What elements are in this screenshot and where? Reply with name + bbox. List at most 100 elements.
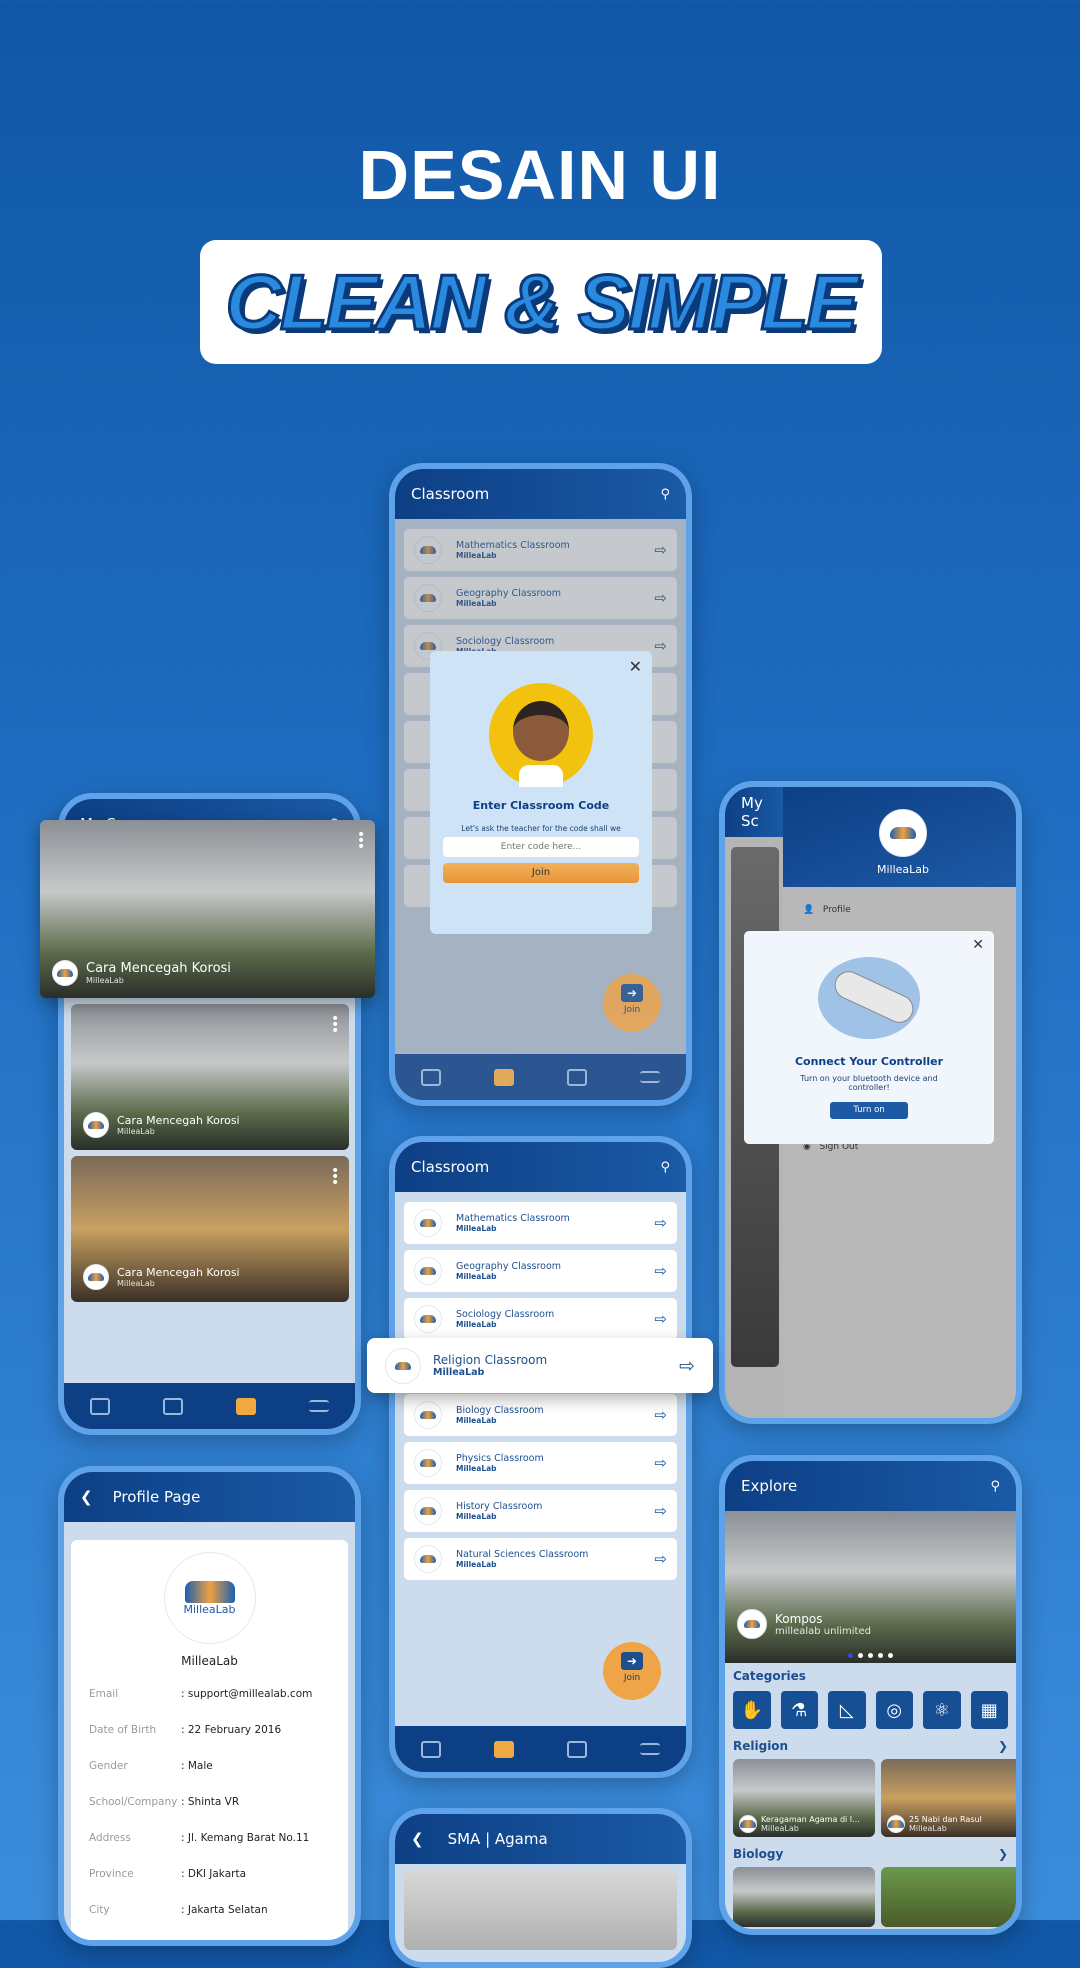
millealab-logo-icon xyxy=(414,1401,442,1429)
classroom-code-input[interactable] xyxy=(443,837,639,857)
field-label: Address xyxy=(89,1832,131,1844)
drawer-username: MilleaLab xyxy=(876,863,930,876)
chevron-right-icon[interactable]: ❯ xyxy=(998,1739,1008,1753)
nav-explore-icon[interactable] xyxy=(421,1068,442,1086)
app-header: Classroom ⚲ xyxy=(395,469,686,519)
drawer-item-label: Profile xyxy=(822,905,851,915)
more-icon[interactable]: • • • xyxy=(357,828,365,854)
classroom-row[interactable]: Natural Sciences Classroom MilleaLab ⇨ xyxy=(404,1538,677,1580)
categories-label: Categories xyxy=(733,1669,806,1683)
section-label: Biology xyxy=(733,1847,784,1861)
hero-owner: millealab unlimited xyxy=(775,1625,871,1637)
enter-icon[interactable]: ⇨ xyxy=(654,1454,667,1472)
scene-card[interactable]: 25 Nabi dan Rasul MilleaLab xyxy=(881,1759,1016,1837)
enter-icon[interactable]: ⇨ xyxy=(654,1214,667,1232)
sma-agama-screen: ❮ SMA | Agama xyxy=(389,1808,692,1968)
millealab-logo-icon xyxy=(83,1112,109,1138)
bottom-nav xyxy=(64,1383,355,1429)
search-icon[interactable]: ⚲ xyxy=(660,487,670,502)
field-label: Province xyxy=(89,1868,134,1880)
nav-explore-icon[interactable] xyxy=(90,1397,111,1415)
microscope-icon[interactable]: ⚗ xyxy=(780,1691,818,1729)
back-icon[interactable]: ❮ xyxy=(411,1830,424,1848)
app-header: My Sc xyxy=(725,787,785,837)
hands-icon[interactable]: ✋ xyxy=(733,1691,771,1729)
avatar xyxy=(879,809,927,857)
carousel-dot[interactable] xyxy=(858,1653,863,1658)
section-header[interactable]: Biology ❯ xyxy=(725,1837,1016,1867)
chevron-right-icon[interactable]: ❯ xyxy=(998,1847,1008,1861)
classroom-row[interactable]: Physics Classroom MilleaLab ⇨ xyxy=(404,1442,677,1484)
row-title: Biology Classroom xyxy=(456,1405,544,1416)
badge-text: CLEAN & SIMPLE xyxy=(224,256,860,347)
search-icon[interactable]: ⚲ xyxy=(660,1160,670,1175)
carousel-dot[interactable] xyxy=(888,1653,893,1658)
enter-icon[interactable]: ⇨ xyxy=(654,1262,667,1280)
join-button[interactable]: Join xyxy=(443,863,639,883)
classroom-row[interactable]: Mathematics Classroom MilleaLab ⇨ xyxy=(404,1202,677,1244)
enter-icon[interactable]: ⇨ xyxy=(654,1550,667,1568)
enter-icon[interactable]: ⇨ xyxy=(679,1355,695,1377)
profile-field: Date of Birth: 22 February 2016 xyxy=(89,1712,330,1748)
card-title: 25 Nabi dan Rasul xyxy=(909,1815,982,1824)
hero-banner[interactable]: Kompos millealab unlimited xyxy=(725,1511,1016,1663)
close-icon[interactable]: ✕ xyxy=(972,937,984,953)
globe-icon[interactable]: ◎ xyxy=(875,1691,913,1729)
section-header[interactable]: Religion ❯ xyxy=(725,1729,1016,1759)
more-icon[interactable]: • • • xyxy=(331,1164,339,1190)
scene-card[interactable] xyxy=(881,1867,1016,1927)
ruler-triangle-icon[interactable]: ◺ xyxy=(828,1691,866,1729)
nav-classroom-icon[interactable] xyxy=(494,1068,515,1086)
join-fab[interactable]: ➜ Join xyxy=(603,1642,661,1700)
scene-card[interactable]: • • • Cara Mencegah Korosi MilleaLab xyxy=(71,1004,349,1150)
millealab-logo-icon xyxy=(739,1815,757,1833)
scene-card-highlighted[interactable]: • • • Cara Mencegah Korosi MilleaLab xyxy=(40,820,375,998)
carousel-dot[interactable] xyxy=(848,1653,853,1658)
card-owner: MilleaLab xyxy=(117,1127,155,1136)
scene-card[interactable]: Keragaman Agama di I... MilleaLab xyxy=(733,1759,875,1837)
atom-icon[interactable]: ⚛ xyxy=(923,1691,961,1729)
millealab-logo-icon xyxy=(414,1449,442,1477)
nav-explore-icon[interactable] xyxy=(421,1740,442,1758)
millealab-logo: MilleaLab xyxy=(163,1552,256,1644)
app-header: Explore ⚲ xyxy=(725,1461,1016,1511)
fab-label: Join xyxy=(623,1673,641,1683)
close-icon[interactable]: ✕ xyxy=(629,657,642,676)
join-fab[interactable]: ➜ Join xyxy=(603,974,661,1032)
nav-menu-icon[interactable] xyxy=(639,1743,660,1755)
card-title: Cara Mencegah Korosi xyxy=(117,1114,240,1127)
user-icon: 👤 xyxy=(803,905,815,915)
row-owner: MilleaLab xyxy=(456,1464,497,1473)
carousel-dot[interactable] xyxy=(878,1653,883,1658)
enter-icon[interactable]: ⇨ xyxy=(654,1310,667,1328)
nav-menu-icon[interactable] xyxy=(639,1071,660,1083)
profile-field: Gender: Male xyxy=(89,1748,330,1784)
classroom-row[interactable]: Biology Classroom MilleaLab ⇨ xyxy=(404,1394,677,1436)
classroom-row[interactable]: History Classroom MilleaLab ⇨ xyxy=(404,1490,677,1532)
turn-on-button[interactable]: Turn on xyxy=(830,1102,908,1119)
scene-card[interactable] xyxy=(733,1867,875,1927)
nav-menu-icon[interactable] xyxy=(308,1400,329,1412)
nav-scene-icon[interactable] xyxy=(566,1740,587,1758)
profile-name: MilleaLab xyxy=(181,1654,238,1668)
classroom-row[interactable]: Geography Classroom MilleaLab ⇨ xyxy=(404,1250,677,1292)
nav-classroom-icon[interactable] xyxy=(163,1397,184,1415)
drawer-item-profile[interactable]: 👤 Profile xyxy=(783,887,1016,933)
classroom-row[interactable]: Sociology ClassroomMilleaLab ⇨ xyxy=(404,1298,677,1340)
classroom-row-highlighted[interactable]: Religion Classroom MilleaLab ⇨ xyxy=(367,1338,713,1393)
scene-card[interactable]: • • • Cara Mencegah Korosi MilleaLab xyxy=(71,1156,349,1302)
scene-preview[interactable] xyxy=(404,1870,677,1950)
nav-scene-icon[interactable] xyxy=(566,1068,587,1086)
nav-classroom-icon[interactable] xyxy=(494,1740,515,1758)
calculator-icon[interactable]: ▦ xyxy=(970,1691,1008,1729)
card-owner: MilleaLab xyxy=(86,976,124,985)
nav-scene-icon[interactable] xyxy=(235,1397,256,1415)
student-illustration xyxy=(489,683,593,787)
search-icon[interactable]: ⚲ xyxy=(990,1479,1000,1494)
more-icon[interactable]: • • • xyxy=(331,1012,339,1038)
back-icon[interactable]: ❮ xyxy=(80,1488,93,1506)
card-owner: MilleaLab xyxy=(117,1279,155,1288)
carousel-dot[interactable] xyxy=(868,1653,873,1658)
enter-icon[interactable]: ⇨ xyxy=(654,1406,667,1424)
enter-icon[interactable]: ⇨ xyxy=(654,1502,667,1520)
